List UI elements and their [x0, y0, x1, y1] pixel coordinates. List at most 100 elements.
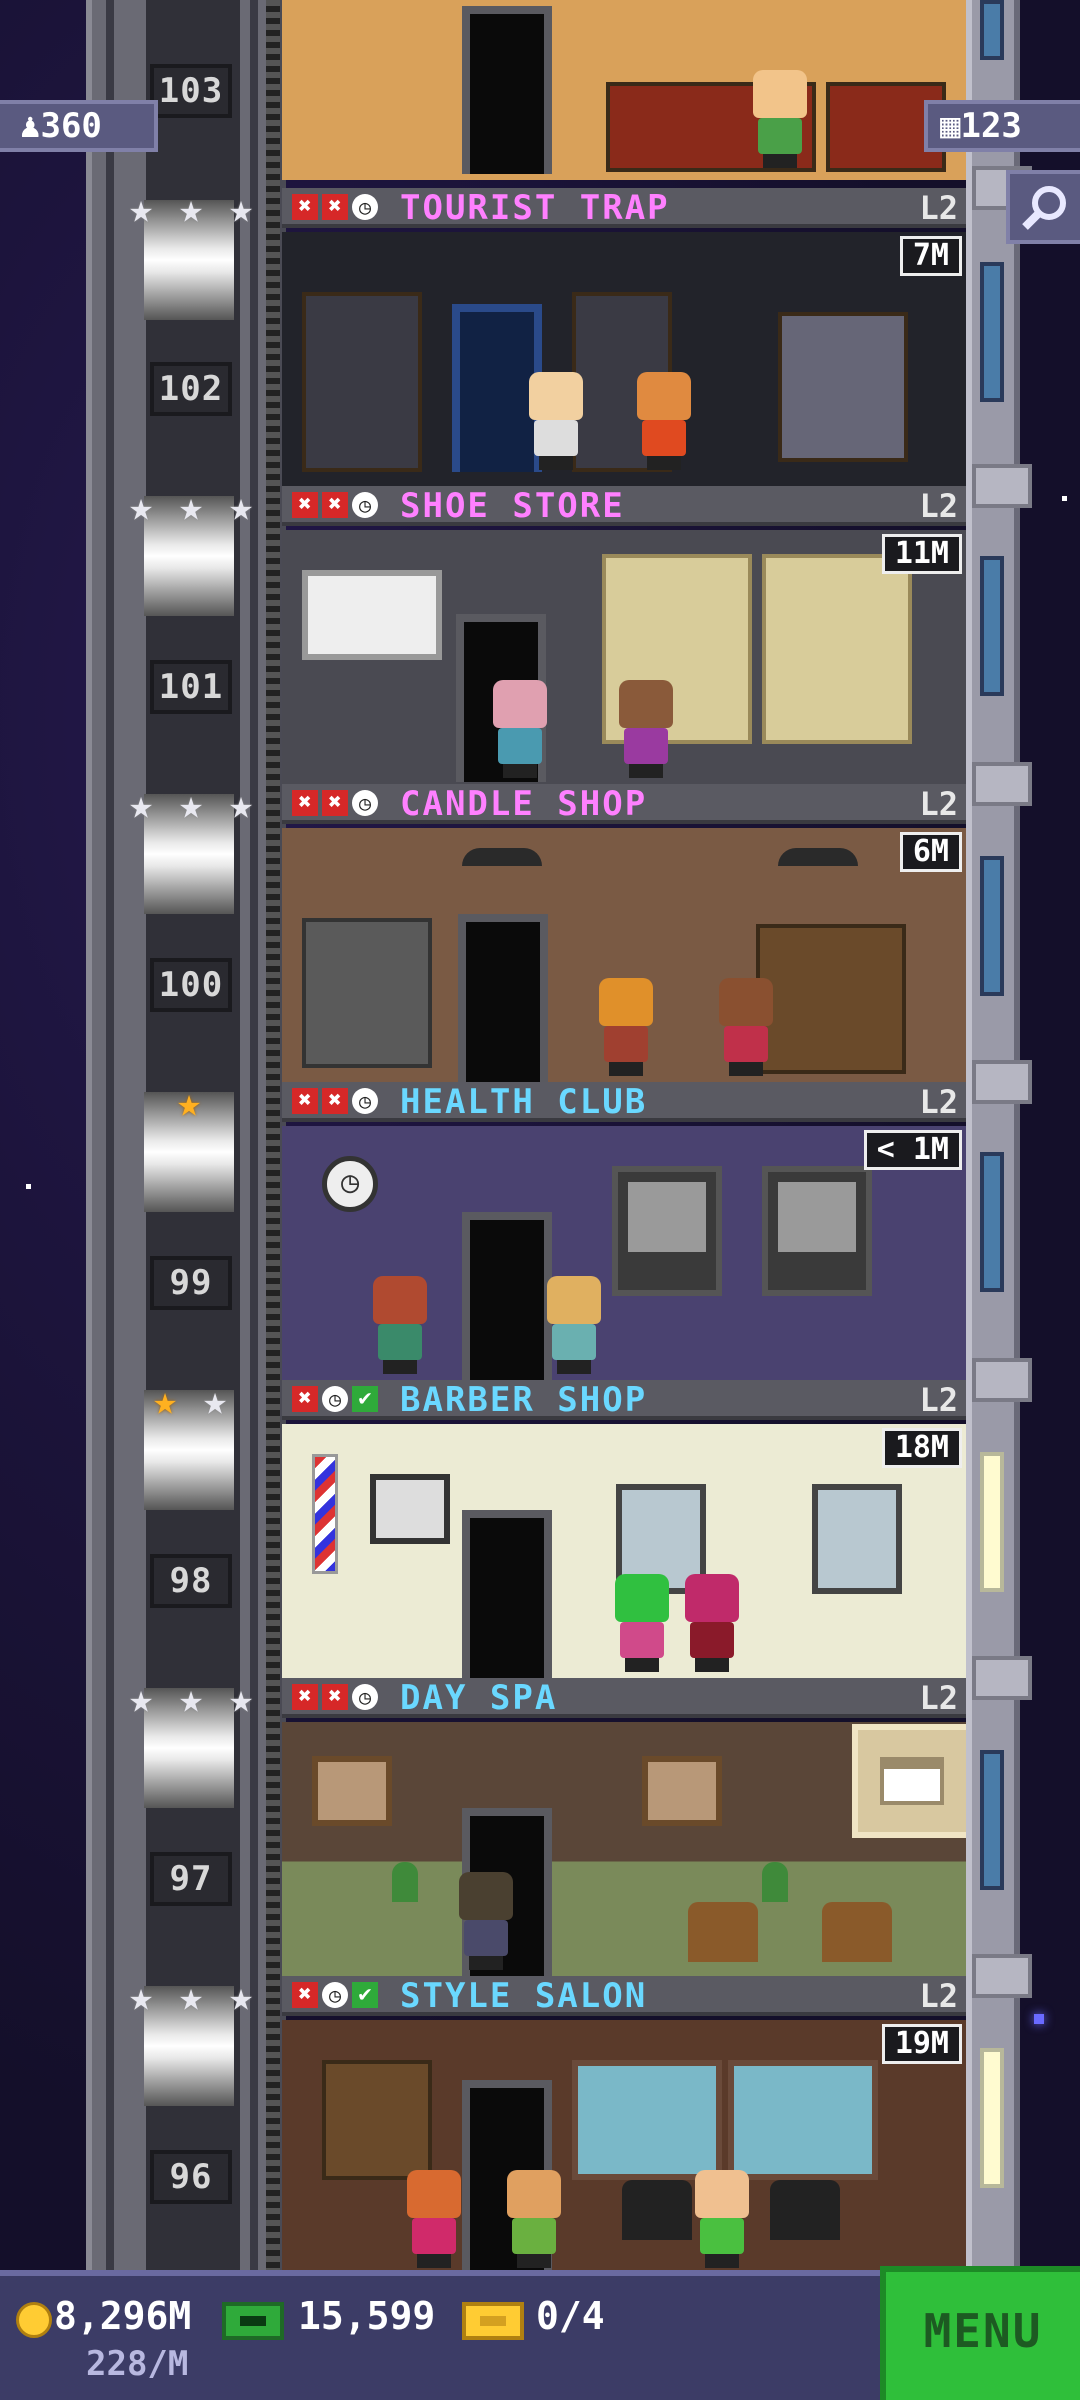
character[interactable]	[634, 372, 694, 470]
window-frame	[612, 1166, 722, 1296]
character[interactable]	[750, 70, 810, 168]
floor-header: ✖ ◷ ✔ BARBER SHOP L2	[282, 1380, 966, 1420]
background-star	[1034, 2014, 1044, 2024]
character[interactable]	[612, 1574, 672, 1672]
star-icon: ★	[178, 484, 204, 530]
clock-icon: ◷	[352, 790, 378, 816]
window-frame	[762, 1166, 872, 1296]
search-button[interactable]	[1006, 170, 1080, 244]
x-icon: ✖	[292, 1684, 318, 1710]
mirror	[812, 1484, 902, 1594]
star-icon: ★	[228, 782, 254, 828]
ledge	[972, 762, 1032, 806]
window	[728, 2060, 878, 2180]
ledge	[972, 1656, 1032, 1700]
floor-stars: ★ ★ ★	[120, 486, 262, 528]
floor-level: L2	[919, 785, 958, 823]
floor-name: STYLE SALON	[400, 1976, 648, 2016]
star-icon: ★	[128, 484, 154, 530]
x-icon: ✖	[292, 194, 318, 220]
stock-badge: 6M	[899, 832, 962, 872]
card-icon	[880, 1757, 944, 1805]
character[interactable]	[526, 372, 586, 470]
character[interactable]	[456, 1872, 516, 1970]
ceiling-lamp	[778, 848, 858, 866]
character[interactable]	[692, 2170, 752, 2268]
x-icon: ✖	[292, 492, 318, 518]
character[interactable]	[370, 1276, 430, 1374]
floor-shoe-store[interactable]: ✖ ✖ ◷ SHOE STORE L2 11M	[282, 486, 966, 784]
room-interior	[282, 0, 966, 180]
floor-level: L2	[919, 189, 958, 227]
shelf	[302, 918, 432, 1068]
card-button[interactable]	[852, 1724, 966, 1838]
coin-icon	[16, 2302, 52, 2338]
star-icon: ★	[228, 1974, 254, 2020]
star-icon: ★	[178, 1676, 204, 1722]
person-icon: ♟	[20, 106, 41, 146]
clock-icon: ◷	[352, 1088, 378, 1114]
shoe-shelf	[762, 554, 912, 744]
star-icon: ★	[228, 186, 254, 232]
character[interactable]	[596, 978, 656, 1076]
tickets-value: 0/4	[536, 2294, 605, 2338]
floor-stars: ★ ★ ★	[120, 1976, 262, 2018]
character[interactable]	[490, 680, 550, 778]
stock-badge: 7M	[899, 236, 962, 276]
plant	[762, 1862, 788, 1902]
status-icons: ✖ ✖ ◷	[292, 790, 378, 816]
character[interactable]	[616, 680, 676, 778]
window	[980, 0, 1004, 60]
x-icon: ✖	[322, 1684, 348, 1710]
window	[980, 1750, 1004, 1890]
character[interactable]	[682, 1574, 742, 1672]
floor-health-club[interactable]: ✖ ✖ ◷ HEALTH CLUB L2 ◷ < 1M	[282, 1082, 966, 1380]
spa-chair	[822, 1902, 892, 1962]
floors-counter[interactable]: ▦123	[924, 100, 1080, 152]
floor-style-salon[interactable]: ✖ ◷ ✔ STYLE SALON L2 19M	[282, 1976, 966, 2274]
floor-name: HEALTH CLUB	[400, 1082, 648, 1122]
stock-badge: < 1M	[863, 1130, 962, 1170]
floor-candle-shop[interactable]: ✖ ✖ ◷ CANDLE SHOP L2 6M	[282, 784, 966, 1082]
x-icon: ✖	[322, 1088, 348, 1114]
star-icon: ★	[228, 1676, 254, 1722]
floor-tourist-trap[interactable]: ✖ ✖ ◷ TOURIST TRAP L2 7M	[282, 188, 966, 486]
status-icons: ✖ ✖ ◷	[292, 492, 378, 518]
ladder	[266, 0, 280, 2270]
floor-barber-shop[interactable]: ✖ ◷ ✔ BARBER SHOP L2 18M	[282, 1380, 966, 1678]
floor-number: 102	[150, 362, 232, 416]
floor-header: ✖ ✖ ◷ CANDLE SHOP L2	[282, 784, 966, 824]
x-icon: ✖	[322, 194, 348, 220]
stock-badge: 11M	[881, 534, 962, 574]
population-value: 360	[40, 106, 102, 146]
floor-name: BARBER SHOP	[400, 1380, 648, 1420]
ledge	[972, 1358, 1032, 1402]
candle-shelf	[756, 924, 906, 1074]
floor-level: L2	[919, 1679, 958, 1717]
room-interior	[282, 1424, 966, 1678]
star-icon: ★	[128, 1676, 154, 1722]
stock-badge: 19M	[881, 2024, 962, 2064]
ledge	[972, 1954, 1032, 1998]
star-icon: ★	[128, 782, 154, 828]
room-interior	[282, 828, 966, 1082]
character[interactable]	[716, 978, 776, 1076]
tower-bux-icon	[222, 2302, 284, 2340]
clock-icon: ◷	[352, 194, 378, 220]
floor-103[interactable]	[282, 0, 966, 180]
door	[462, 6, 552, 174]
floors-value: 123	[960, 106, 1022, 146]
window	[572, 2060, 722, 2180]
vip-ticket-icon	[462, 2302, 524, 2340]
floor-stars: ★ ★ ★	[120, 1678, 262, 1720]
character[interactable]	[544, 1276, 604, 1374]
floor-header: ✖ ✖ ◷ TOURIST TRAP L2	[282, 188, 966, 228]
population-counter[interactable]: ♟360	[0, 100, 158, 152]
floor-header: ✖ ✖ ◷ DAY SPA L2	[282, 1678, 966, 1718]
menu-button[interactable]: MENU	[880, 2266, 1080, 2400]
salon-chair	[770, 2180, 840, 2240]
x-icon: ✖	[292, 1386, 318, 1412]
character[interactable]	[404, 2170, 464, 2268]
floor-level: L2	[919, 1977, 958, 2015]
character[interactable]	[504, 2170, 564, 2268]
